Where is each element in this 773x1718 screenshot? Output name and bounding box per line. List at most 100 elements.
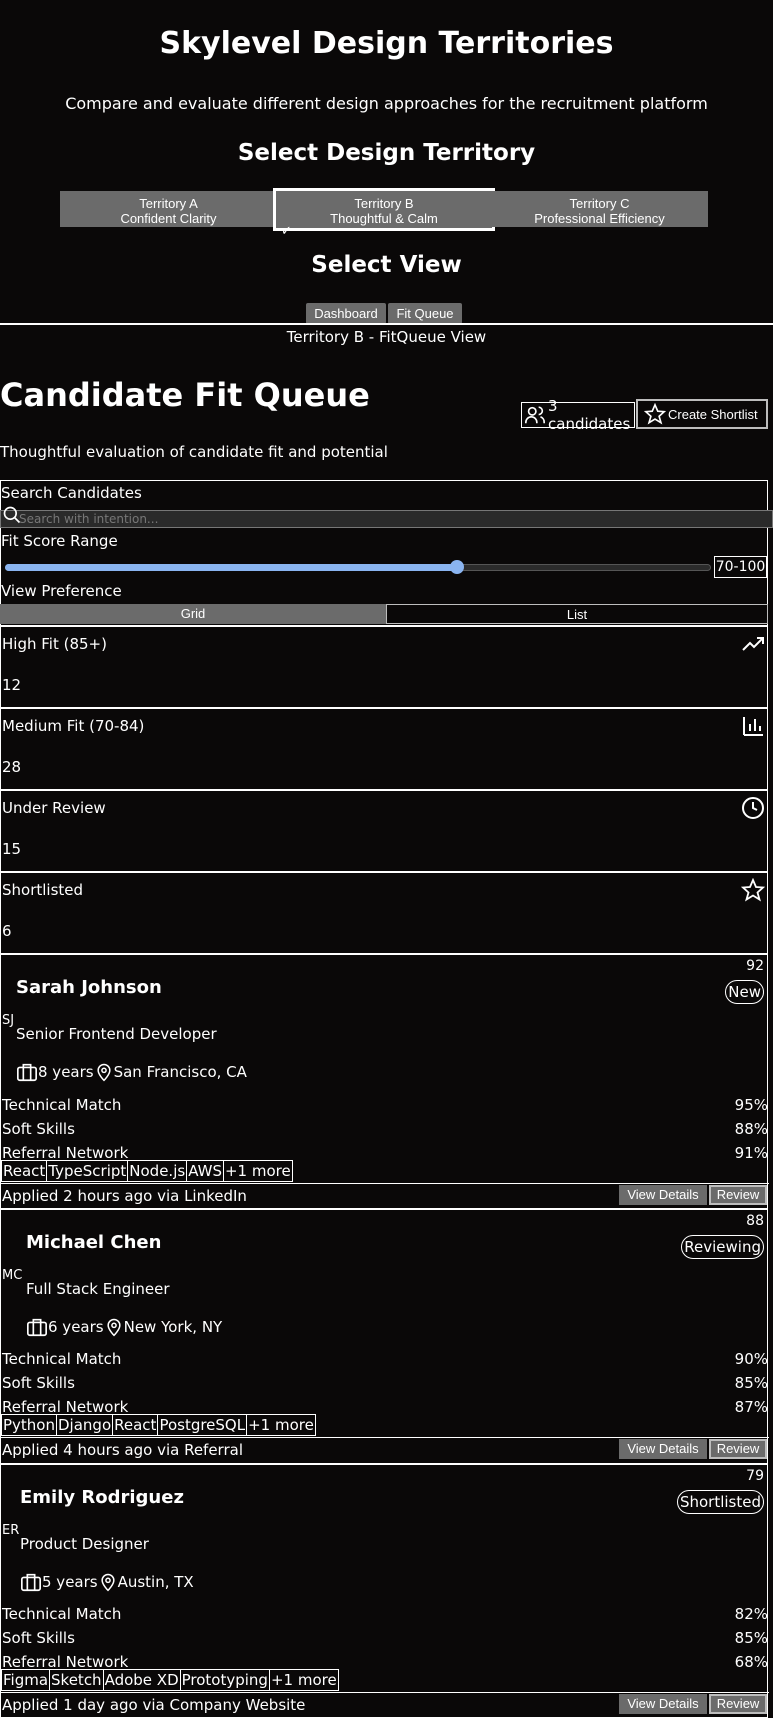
- metric-technical: Technical Match 82%: [2, 1605, 768, 1623]
- metric-value: 90%: [734, 1350, 768, 1368]
- metric-label: Soft Skills: [2, 1374, 75, 1392]
- skill-tag: Node.js: [127, 1160, 188, 1182]
- experience: 6 years: [48, 1318, 104, 1336]
- metric-soft-skills: Soft Skills 85%: [2, 1629, 768, 1647]
- location: New York, NY: [123, 1318, 223, 1336]
- create-shortlist-label: Create Shortlist: [668, 406, 758, 422]
- avatar: ER: [2, 1523, 20, 1538]
- fit-score: 88: [746, 1213, 764, 1229]
- metric-soft-skills: Soft Skills 85%: [2, 1374, 768, 1392]
- stat-card-high-fit: High Fit (85+) 12: [0, 626, 768, 708]
- view-details-button[interactable]: View Details: [619, 1185, 707, 1205]
- skill-tag: Figma: [1, 1669, 51, 1691]
- stat-value: 6: [2, 922, 12, 940]
- applied-info: Applied 4 hours ago via Referral: [2, 1441, 243, 1459]
- star-icon: [644, 403, 666, 425]
- candidate-count-label: 3 candidates: [548, 397, 631, 433]
- dashboard-view-button[interactable]: Dashboard: [306, 303, 386, 324]
- card-divider: [1, 1437, 769, 1438]
- candidate-meta: 5 years Austin, TX: [20, 1571, 194, 1593]
- candidate-meta: 8 years San Francisco, CA: [16, 1061, 247, 1083]
- stat-card-medium-fit: Medium Fit (70-84) 28: [0, 708, 768, 790]
- status-badge: Shortlisted: [676, 1490, 764, 1514]
- fitqueue-tagline: Thoughtful evaluation of candidate fit a…: [0, 443, 388, 461]
- candidate-card[interactable]: 79 Shortlisted Emily Rodriguez ER Produc…: [0, 1464, 769, 1718]
- skill-tag: Adobe XD: [102, 1669, 181, 1691]
- metric-label: Soft Skills: [2, 1120, 75, 1138]
- briefcase-icon: [26, 1316, 48, 1338]
- view-details-button[interactable]: View Details: [619, 1439, 707, 1459]
- view-heading: Select View: [311, 252, 462, 278]
- metric-value: 91%: [734, 1144, 768, 1162]
- create-shortlist-button[interactable]: Create Shortlist: [636, 399, 768, 429]
- metric-value: 95%: [734, 1096, 768, 1114]
- skill-tag: +1 more: [246, 1414, 316, 1436]
- metric-value: 82%: [734, 1605, 768, 1623]
- territory-heading: Select Design Territory: [237, 140, 536, 166]
- briefcase-icon: [16, 1061, 38, 1083]
- list-view-button[interactable]: List: [386, 604, 768, 624]
- metric-soft-skills: Soft Skills 88%: [2, 1120, 768, 1138]
- map-pin-icon: [104, 1316, 124, 1338]
- search-input[interactable]: Search with intention...: [0, 510, 773, 528]
- metric-technical: Technical Match 95%: [2, 1096, 768, 1114]
- stat-label: Medium Fit (70-84): [2, 717, 145, 735]
- stat-card-under-review: Under Review 15: [0, 790, 768, 872]
- candidate-card[interactable]: 88 Reviewing Michael Chen MC Full Stack …: [0, 1209, 769, 1464]
- stat-label: High Fit (85+): [2, 635, 107, 653]
- avatar: SJ: [2, 1013, 15, 1028]
- range-value: 70-100: [714, 556, 767, 578]
- territory-c-button[interactable]: Territory C Professional Efficiency: [491, 191, 708, 227]
- review-button[interactable]: Review: [709, 1439, 767, 1459]
- territory-b-desc: Thoughtful & Calm: [330, 211, 438, 226]
- map-pin-icon: [94, 1061, 114, 1083]
- territory-b-button[interactable]: Territory B Thoughtful & Calm: [273, 188, 495, 231]
- card-divider: [1, 1183, 769, 1184]
- grid-view-button[interactable]: Grid: [0, 604, 386, 624]
- review-button[interactable]: Review: [709, 1185, 767, 1205]
- view-pref-label: View Preference: [1, 582, 122, 600]
- location: San Francisco, CA: [113, 1063, 247, 1081]
- stat-value: 12: [2, 676, 22, 694]
- users-icon: [524, 404, 546, 426]
- fitqueue-title: Candidate Fit Queue: [0, 376, 370, 414]
- bar-chart-icon: [741, 714, 765, 738]
- avatar: MC: [2, 1268, 23, 1283]
- skill-tag: Prototyping: [179, 1669, 270, 1691]
- candidate-name: Sarah Johnson: [16, 977, 162, 998]
- metric-value: 85%: [734, 1629, 768, 1647]
- metric-value: 87%: [734, 1398, 768, 1416]
- briefcase-icon: [20, 1571, 42, 1593]
- fit-score-slider-thumb[interactable]: [450, 560, 464, 574]
- experience: 8 years: [38, 1063, 94, 1081]
- candidate-name: Michael Chen: [26, 1232, 162, 1253]
- territory-a-button[interactable]: Territory A Confident Clarity: [60, 191, 277, 227]
- metric-label: Soft Skills: [2, 1629, 75, 1647]
- skill-tags: Figma Sketch Adobe XD Prototyping +1 mor…: [1, 1669, 339, 1691]
- territory-a-desc: Confident Clarity: [120, 211, 217, 226]
- map-pin-icon: [98, 1571, 118, 1593]
- skill-tag: +1 more: [222, 1160, 293, 1182]
- status-badge: Reviewing: [681, 1235, 764, 1259]
- candidate-role: Senior Frontend Developer: [16, 1025, 217, 1043]
- trending-up-icon: [741, 632, 765, 656]
- metric-value: 88%: [734, 1120, 768, 1138]
- metric-value: 85%: [734, 1374, 768, 1392]
- fitqueue-view-button[interactable]: Fit Queue: [388, 303, 462, 324]
- review-button[interactable]: Review: [709, 1694, 767, 1714]
- stat-value: 28: [2, 758, 22, 776]
- view-details-button[interactable]: View Details: [619, 1694, 707, 1714]
- skill-tag: +1 more: [268, 1669, 339, 1691]
- candidate-meta: 6 years New York, NY: [26, 1316, 222, 1338]
- skill-tag: Sketch: [49, 1669, 104, 1691]
- metric-technical: Technical Match 90%: [2, 1350, 768, 1368]
- experience: 5 years: [42, 1573, 98, 1591]
- stat-label: Shortlisted: [2, 881, 84, 899]
- fit-score-slider-fill: [5, 564, 457, 571]
- territory-c-desc: Professional Efficiency: [534, 211, 665, 226]
- card-divider: [1, 1692, 769, 1693]
- stat-label: Under Review: [2, 799, 106, 817]
- candidate-card[interactable]: 92 New Sarah Johnson SJ Senior Frontend …: [0, 954, 769, 1209]
- territory-c-name: Territory C: [569, 196, 630, 211]
- page-title: Skylevel Design Territories: [159, 26, 614, 61]
